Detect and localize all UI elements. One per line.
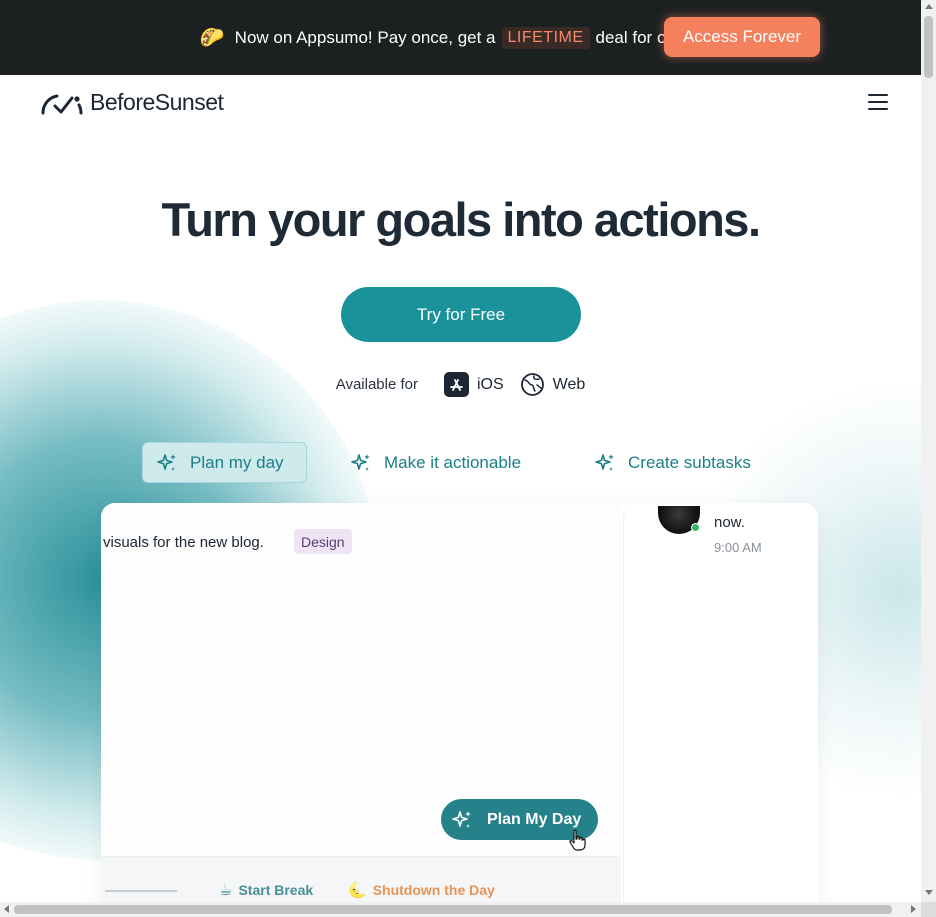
divider [105, 890, 177, 892]
app-preview: visuals for the new blog. Design Plan My… [101, 503, 818, 902]
coffee-icon: ☕ [219, 882, 233, 899]
promo-highlight-badge: LIFETIME [501, 26, 590, 49]
scroll-up-arrow-icon[interactable] [925, 4, 933, 9]
try-for-free-button[interactable]: Try for Free [341, 287, 581, 342]
tab-plan-my-day[interactable]: Plan my day [142, 442, 307, 483]
taco-icon: 🌮 [199, 27, 225, 49]
tab-label: Plan my day [190, 452, 284, 472]
hamburger-menu-icon[interactable] [866, 92, 890, 112]
logo-text: BeforeSunset [90, 89, 224, 115]
scroll-left-arrow-icon[interactable] [4, 905, 9, 913]
top-nav: BeforeSunset [0, 75, 921, 130]
availability-row: Available for iOS Web [0, 372, 921, 397]
task-tag-badge: Design [294, 529, 352, 554]
online-status-dot [691, 523, 700, 532]
sparkles-icon [351, 453, 370, 471]
tab-make-it-actionable[interactable]: Make it actionable [350, 442, 521, 483]
vertical-scrollbar[interactable] [921, 0, 936, 902]
tab-label: Create subtasks [628, 452, 751, 472]
globe-icon [520, 373, 544, 396]
start-break-label: Start Break [238, 882, 314, 898]
promo-text-before: Now on Appsumo! Pay once, get a [234, 27, 496, 47]
logo[interactable]: BeforeSunset [40, 89, 224, 116]
scroll-right-arrow-icon[interactable] [911, 905, 916, 913]
preview-task-pane: visuals for the new blog. Design Plan My… [101, 503, 621, 902]
scroll-down-arrow-icon[interactable] [925, 890, 933, 895]
page-viewport: 🌮 Now on Appsumo! Pay once, get a LIFETI… [0, 0, 921, 902]
horizontal-scrollbar[interactable] [0, 902, 921, 917]
horizontal-scroll-thumb[interactable] [14, 905, 892, 914]
available-for-label: Available for [335, 376, 418, 393]
tab-create-subtasks[interactable]: Create subtasks [594, 442, 751, 483]
preview-message-pane: now. 9:00 AM [623, 506, 818, 902]
shutdown-day-label: Shutdown the Day [372, 882, 495, 898]
sparkles-icon [157, 453, 176, 471]
access-forever-button[interactable]: Access Forever [664, 17, 820, 57]
plan-my-day-label: Plan My Day [487, 810, 582, 828]
sparkles-icon [595, 453, 614, 471]
app-store-icon [444, 372, 469, 397]
tab-label: Make it actionable [384, 452, 522, 472]
platform-ios-link[interactable]: iOS [444, 372, 504, 397]
shutdown-day-button[interactable]: 🌜 Shutdown the Day [348, 881, 495, 899]
hero-title: Turn your goals into actions. [161, 193, 762, 246]
moon-icon: 🌜 [348, 882, 367, 899]
start-break-button[interactable]: ☕ Start Break [219, 881, 313, 899]
feature-tabs: Plan my day Make it actionable Create su… [0, 442, 921, 483]
task-text: visuals for the new blog. [103, 534, 264, 551]
logo-gauge-icon [41, 94, 83, 114]
message-text: now. [714, 514, 745, 531]
promo-banner: 🌮 Now on Appsumo! Pay once, get a LIFETI… [0, 0, 921, 75]
vertical-scroll-thumb[interactable] [924, 16, 933, 78]
platform-web-link[interactable]: Web [520, 372, 586, 397]
preview-bottom-bar: ☕ Start Break 🌜 Shutdown the Day [101, 856, 621, 902]
hand-cursor-icon [569, 829, 586, 851]
message-time: 9:00 AM [714, 540, 762, 555]
scrollbar-corner [921, 902, 936, 917]
platform-web-label: Web [552, 375, 586, 393]
sparkles-icon [452, 810, 471, 828]
platform-ios-label: iOS [477, 375, 504, 393]
